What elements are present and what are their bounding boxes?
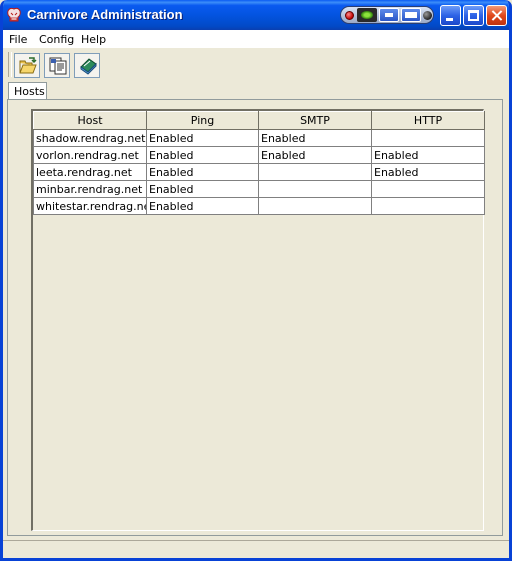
column-header-host[interactable]: Host [33, 111, 147, 130]
menu-help[interactable]: Help [81, 33, 106, 46]
cell-smtp[interactable]: Enabled [258, 129, 372, 147]
column-header-http[interactable]: HTTP [371, 111, 485, 130]
table-row[interactable]: leeta.rendrag.net Enabled Enabled [33, 163, 485, 181]
column-header-smtp[interactable]: SMTP [258, 111, 372, 130]
cell-ping[interactable]: Enabled [146, 163, 259, 181]
cell-host[interactable]: shadow.rendrag.net [33, 129, 147, 147]
cell-smtp[interactable] [258, 180, 372, 198]
menu-config[interactable]: Config [39, 33, 74, 46]
main-window: Carnivore Administration File Config Hel… [0, 0, 512, 561]
cell-ping[interactable]: Enabled [146, 197, 259, 215]
maximize-button[interactable] [463, 5, 484, 26]
tab-hosts-label: Hosts [14, 85, 45, 98]
toolbar [3, 48, 509, 81]
extension-controls [340, 6, 434, 24]
record-icon[interactable] [345, 11, 354, 20]
cell-http[interactable] [371, 180, 485, 198]
table-row[interactable]: minbar.rendrag.net Enabled [33, 180, 485, 198]
title-bar[interactable]: Carnivore Administration [3, 0, 509, 30]
toolbar-grip[interactable] [8, 52, 12, 77]
minimize-button[interactable] [440, 5, 461, 26]
cell-host[interactable]: leeta.rendrag.net [33, 163, 147, 181]
open-folder-icon [19, 57, 37, 74]
cell-http[interactable] [371, 129, 485, 147]
table-row[interactable]: whitestar.rendrag.net Enabled [33, 197, 485, 215]
hosts-grid: Host Ping SMTP HTTP shadow.rendrag.net E… [33, 111, 485, 215]
rollup-icon[interactable] [379, 8, 399, 22]
cell-http[interactable] [371, 197, 485, 215]
cell-smtp[interactable] [258, 197, 372, 215]
cell-ping[interactable]: Enabled [146, 146, 259, 164]
properties-button[interactable] [44, 53, 70, 78]
cell-host[interactable]: whitestar.rendrag.net [33, 197, 147, 215]
app-icon [7, 7, 21, 22]
restore-wide-icon[interactable] [401, 8, 421, 22]
menu-bar: File Config Help [3, 30, 509, 48]
cell-ping[interactable]: Enabled [146, 129, 259, 147]
properties-icon [49, 57, 67, 75]
hosts-table: Host Ping SMTP HTTP shadow.rendrag.net E… [31, 109, 485, 531]
help-book-button[interactable] [74, 53, 100, 78]
table-header-row: Host Ping SMTP HTTP [33, 111, 485, 130]
tab-hosts[interactable]: Hosts [8, 82, 47, 100]
status-bar [3, 540, 509, 558]
window-title: Carnivore Administration [27, 7, 183, 22]
cell-http[interactable]: Enabled [371, 146, 485, 164]
table-row[interactable]: vorlon.rendrag.net Enabled Enabled Enabl… [33, 146, 485, 164]
open-button[interactable] [14, 53, 40, 78]
pin-icon[interactable] [423, 11, 432, 20]
cell-smtp[interactable]: Enabled [258, 146, 372, 164]
table-row[interactable]: shadow.rendrag.net Enabled Enabled [33, 129, 485, 147]
nvidia-icon[interactable] [357, 8, 377, 22]
cell-ping[interactable]: Enabled [146, 180, 259, 198]
cell-http[interactable]: Enabled [371, 163, 485, 181]
cell-smtp[interactable] [258, 163, 372, 181]
close-button[interactable] [486, 5, 507, 26]
book-icon [80, 58, 97, 75]
cell-host[interactable]: vorlon.rendrag.net [33, 146, 147, 164]
cell-host[interactable]: minbar.rendrag.net [33, 180, 147, 198]
menu-file[interactable]: File [9, 33, 27, 46]
column-header-ping[interactable]: Ping [146, 111, 259, 130]
